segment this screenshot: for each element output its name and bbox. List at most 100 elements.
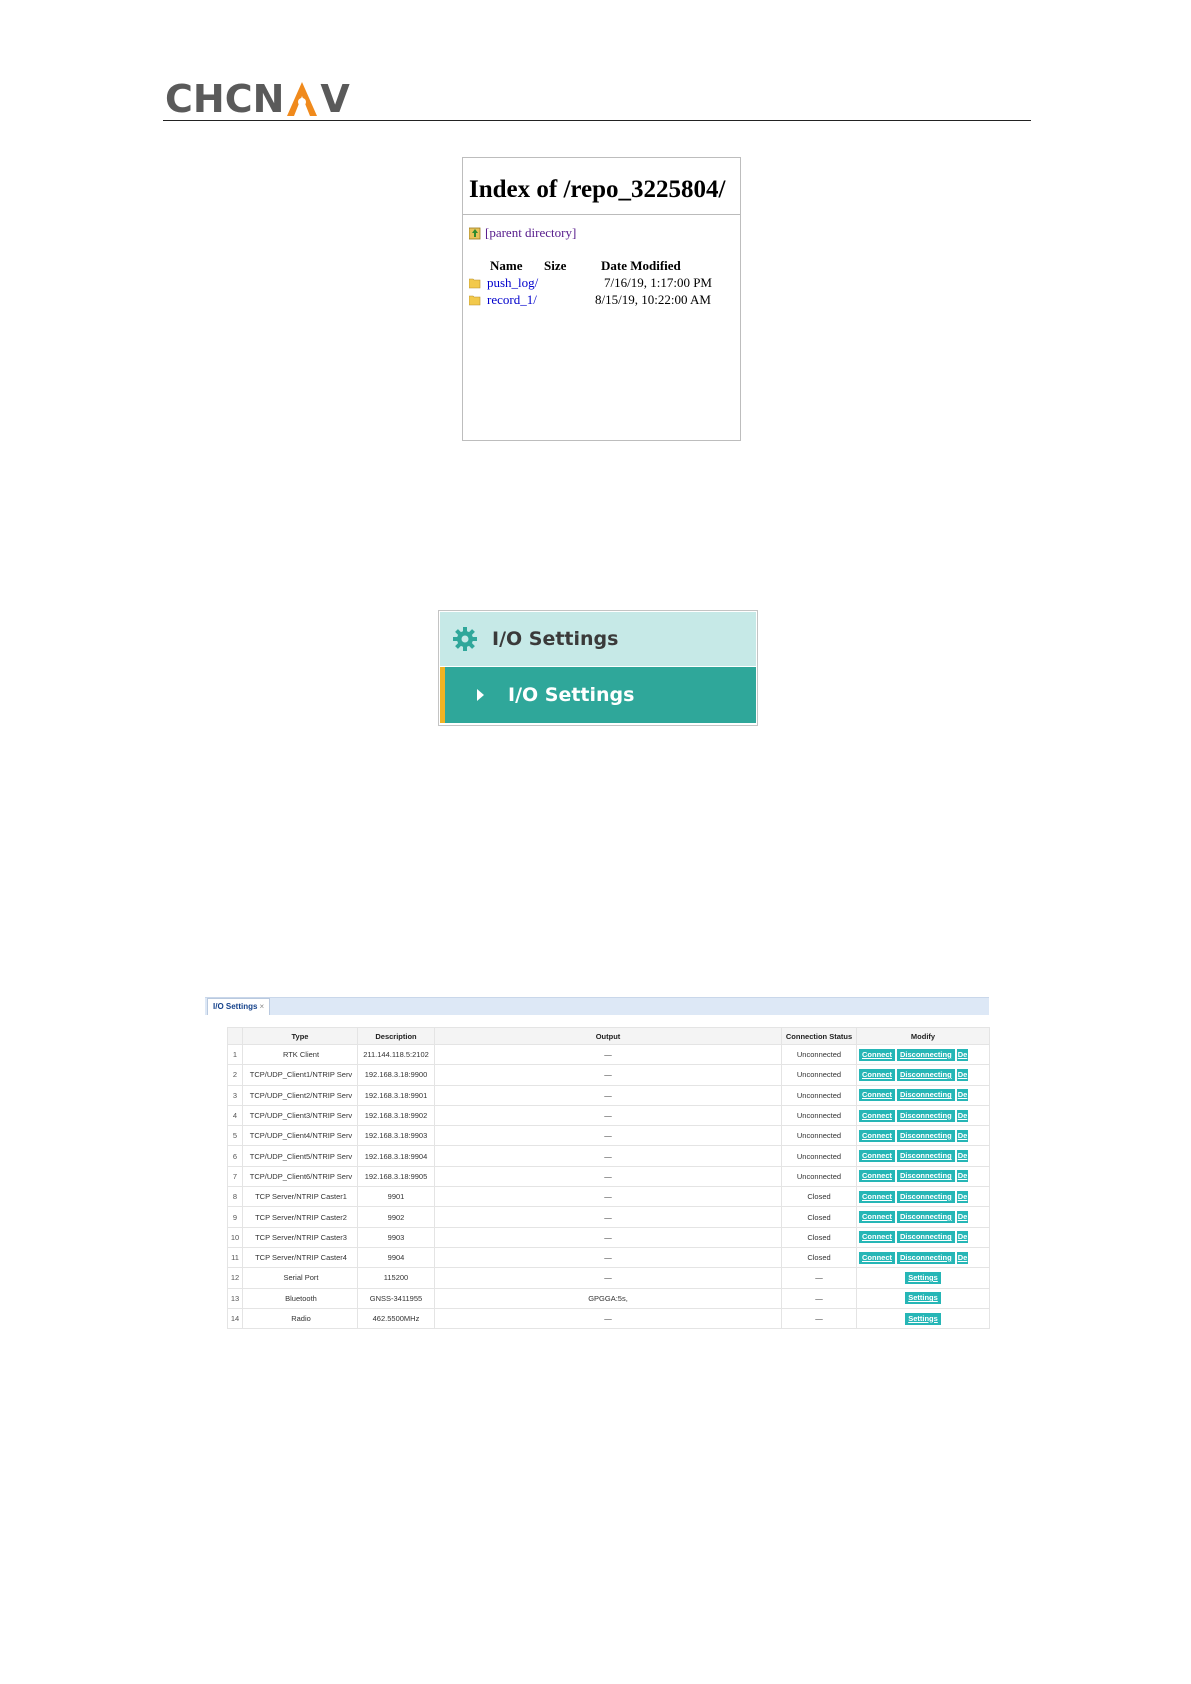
connect-button[interactable]: Connect — [859, 1068, 895, 1081]
row-description: 192.168.3.18:9905 — [357, 1165, 435, 1188]
row-output: — — [434, 1084, 782, 1106]
row-output: — — [434, 1186, 782, 1208]
disconnect-button[interactable]: Disconnecting — [897, 1129, 955, 1142]
delete-button-truncated[interactable]: De — [956, 1231, 969, 1244]
row-index: 14 — [227, 1307, 243, 1330]
close-icon[interactable]: × — [259, 1002, 264, 1011]
delete-button-truncated[interactable]: De — [956, 1150, 969, 1163]
row-modify: Connect Disconnecting De — [856, 1104, 990, 1127]
settings-button[interactable]: Settings — [905, 1292, 941, 1305]
disconnect-button[interactable]: Disconnecting — [897, 1211, 955, 1224]
menu-group-io-settings[interactable]: I/O Settings — [440, 612, 756, 666]
row-connection-status: Unconnected — [781, 1125, 857, 1147]
row-connection-status: Unconnected — [781, 1145, 857, 1167]
settings-button[interactable]: Settings — [905, 1271, 941, 1284]
row-type: TCP/UDP_Client1/NTRIP Serv — [242, 1064, 358, 1086]
row-description: 192.168.3.18:9904 — [357, 1145, 435, 1167]
delete-button-truncated[interactable]: De — [956, 1129, 969, 1142]
row-description: 462.5500MHz — [357, 1307, 435, 1330]
connect-button[interactable]: Connect — [859, 1129, 895, 1142]
row-type: Serial Port — [242, 1267, 358, 1289]
row-type: TCP Server/NTRIP Caster2 — [242, 1206, 358, 1228]
disconnect-button[interactable]: Disconnecting — [897, 1170, 955, 1183]
column-header-date: Date Modified — [601, 258, 681, 273]
parent-directory-link[interactable]: [parent directory] — [469, 225, 576, 241]
row-connection-status: Unconnected — [781, 1084, 857, 1106]
row-description: GNSS-3411955 — [357, 1287, 435, 1309]
row-type: TCP/UDP_Client2/NTRIP Serv — [242, 1084, 358, 1106]
delete-button-truncated[interactable]: De — [956, 1170, 969, 1183]
row-connection-status: — — [781, 1307, 857, 1330]
delete-button-truncated[interactable]: De — [956, 1251, 969, 1264]
table-row: 12 Serial Port 115200— — Settings — [227, 1267, 990, 1289]
row-index: 9 — [227, 1206, 243, 1228]
row-modify: Connect Disconnecting De — [856, 1043, 990, 1066]
row-description: 192.168.3.18:9901 — [357, 1084, 435, 1106]
row-index: 4 — [227, 1104, 243, 1127]
row-output: — — [434, 1043, 782, 1066]
tab-io-settings[interactable]: I/O Settings × — [207, 998, 271, 1015]
row-output: — — [434, 1246, 782, 1269]
row-modify: Connect Disconnecting De — [856, 1165, 990, 1188]
row-index: 3 — [227, 1084, 243, 1106]
tab-label: I/O Settings — [213, 1002, 258, 1011]
directory-entry[interactable]: record_1/ — [469, 292, 537, 308]
row-modify: Connect Disconnecting De — [856, 1064, 990, 1086]
column-header-description: Description — [357, 1027, 435, 1045]
directory-title: Index of /repo_3225804/ — [469, 176, 726, 203]
disconnect-button[interactable]: Disconnecting — [897, 1068, 955, 1081]
connect-button[interactable]: Connect — [859, 1231, 895, 1244]
delete-button-truncated[interactable]: De — [956, 1068, 969, 1081]
settings-button[interactable]: Settings — [905, 1312, 941, 1325]
connect-button[interactable]: Connect — [859, 1048, 895, 1061]
connect-button[interactable]: Connect — [859, 1190, 895, 1203]
table-body: 1 RTK Client 211.144.118.5:2102— Unconnecte… — [227, 1043, 990, 1330]
connect-button[interactable]: Connect — [859, 1150, 895, 1163]
disconnect-button[interactable]: Disconnecting — [897, 1150, 955, 1163]
row-type: Bluetooth — [242, 1287, 358, 1309]
row-output: — — [434, 1145, 782, 1167]
row-modify: Connect Disconnecting De — [856, 1226, 990, 1248]
row-connection-status: — — [781, 1267, 857, 1289]
row-output: — — [434, 1165, 782, 1188]
row-output: — — [434, 1064, 782, 1086]
column-header-output: Output — [434, 1027, 782, 1045]
disconnect-button[interactable]: Disconnecting — [897, 1048, 955, 1061]
chcnav-logo: CHCN V — [165, 78, 350, 120]
delete-button-truncated[interactable]: De — [956, 1211, 969, 1224]
connect-button[interactable]: Connect — [859, 1089, 895, 1102]
row-modify: Connect Disconnecting De — [856, 1206, 990, 1228]
disconnect-button[interactable]: Disconnecting — [897, 1109, 955, 1122]
directory-entry[interactable]: push_log/ — [469, 275, 538, 291]
connect-button[interactable]: Connect — [859, 1109, 895, 1122]
triangle-right-icon — [477, 689, 484, 701]
row-output: — — [434, 1104, 782, 1127]
delete-button-truncated[interactable]: De — [956, 1109, 969, 1122]
delete-button-truncated[interactable]: De — [956, 1048, 969, 1061]
row-modify: Settings — [856, 1307, 990, 1330]
row-index: 5 — [227, 1125, 243, 1147]
io-settings-menu-screenshot: I/O Settings I/O Settings — [438, 610, 758, 726]
table-row: 3 TCP/UDP_Client2/NTRIP Serv 192.168.3.18:… — [227, 1084, 990, 1106]
row-index: 6 — [227, 1145, 243, 1167]
row-description: 9902 — [357, 1206, 435, 1228]
gear-icon — [453, 627, 477, 651]
disconnect-button[interactable]: Disconnecting — [897, 1089, 955, 1102]
menu-item-io-settings[interactable]: I/O Settings — [440, 667, 756, 723]
table-row: 5 TCP/UDP_Client4/NTRIP Serv 192.168.3.18:… — [227, 1125, 990, 1147]
row-type: Radio — [242, 1307, 358, 1330]
connect-button[interactable]: Connect — [859, 1251, 895, 1264]
row-type: TCP/UDP_Client6/NTRIP Serv — [242, 1165, 358, 1188]
up-folder-icon — [469, 227, 481, 240]
disconnect-button[interactable]: Disconnecting — [897, 1190, 955, 1203]
row-modify: Settings — [856, 1267, 990, 1289]
connect-button[interactable]: Connect — [859, 1170, 895, 1183]
disconnect-button[interactable]: Disconnecting — [897, 1251, 955, 1264]
connect-button[interactable]: Connect — [859, 1211, 895, 1224]
row-output: — — [434, 1226, 782, 1248]
delete-button-truncated[interactable]: De — [956, 1089, 969, 1102]
row-description: 211.144.118.5:2102 — [357, 1043, 435, 1066]
entry-name: push_log/ — [487, 275, 539, 290]
delete-button-truncated[interactable]: De — [956, 1190, 969, 1203]
disconnect-button[interactable]: Disconnecting — [897, 1231, 955, 1244]
